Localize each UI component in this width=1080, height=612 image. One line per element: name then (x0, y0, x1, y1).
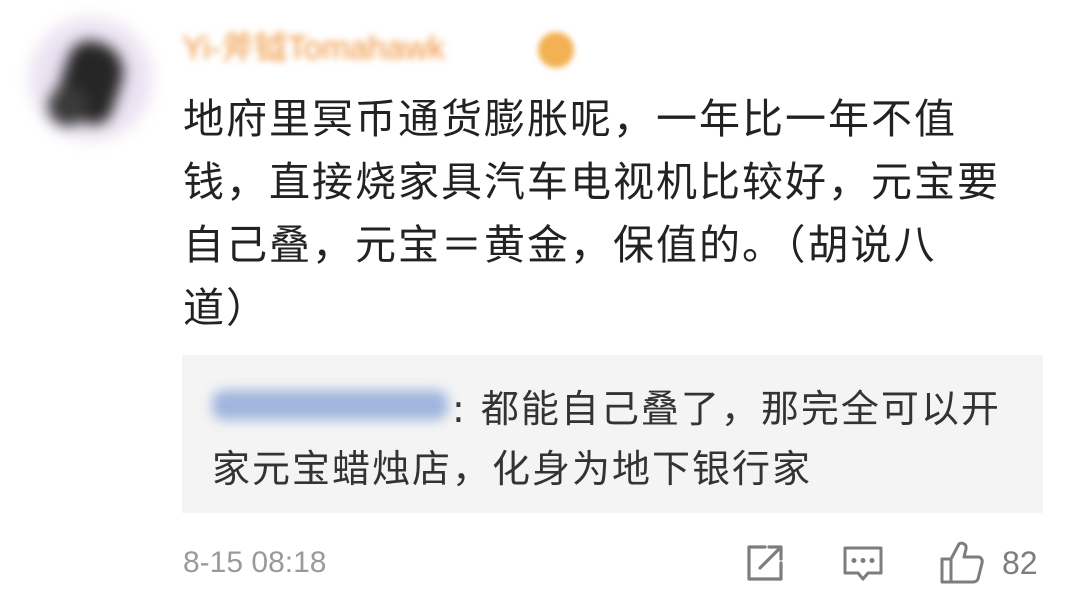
like-button[interactable] (937, 537, 987, 587)
comment-text-line: 自己叠，元宝＝黄金，保值的。（胡说八 (183, 221, 937, 269)
comment-button[interactable] (841, 541, 885, 585)
share-icon (747, 545, 783, 581)
reply-username-blurred[interactable] (212, 390, 448, 420)
reply-line: : 都能自己叠了，那完全可以开 (212, 375, 1001, 435)
like-count: 82 (1002, 545, 1038, 581)
comment-text-line: 道） (183, 284, 269, 332)
comment-text-line: 地府里冥币通货膨胀呢，一年比一年不值 (183, 95, 957, 143)
comment-icon (843, 546, 883, 581)
comment-text-line: 钱，直接烧家具汽车电视机比较好，元宝要 (183, 158, 1000, 206)
reply-box[interactable]: : 都能自己叠了，那完全可以开 家元宝蜡烛店，化身为地下银行家 (182, 355, 1043, 513)
reply-text-line: 家元宝蜡烛店，化身为地下银行家 (212, 446, 813, 491)
share-button[interactable] (743, 541, 787, 585)
avatar[interactable] (28, 16, 154, 142)
comment-text: 地府里冥币通货膨胀呢，一年比一年不值 钱，直接烧家具汽车电视机比较好，元宝要 自… (183, 88, 1000, 340)
reply-line: 家元宝蜡烛店，化身为地下银行家 (212, 435, 1001, 495)
timestamp: 8-15 08:18 (183, 546, 327, 579)
username[interactable]: Yi-斧钺Tomahawk (182, 26, 445, 70)
thumbs-up-icon (940, 541, 984, 584)
reply-text-line: : 都能自己叠了，那完全可以开 (452, 386, 1001, 431)
avatar-figure-shadow (48, 86, 88, 126)
user-badge-icon (538, 32, 574, 68)
